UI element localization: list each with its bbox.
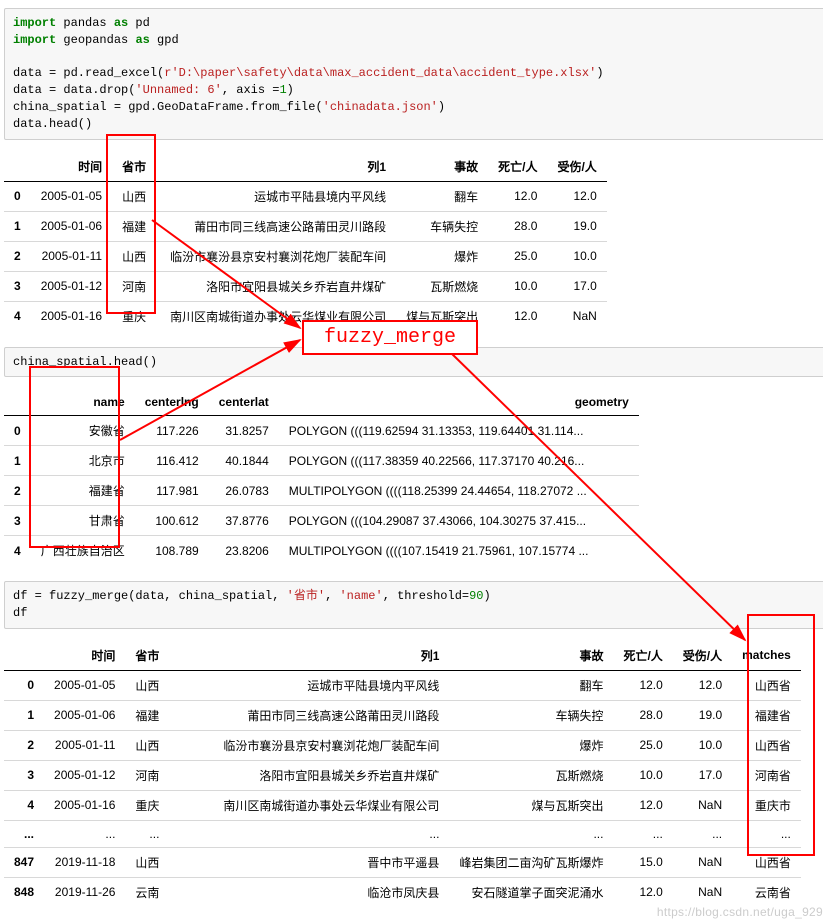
table-row: 2福建省117.98126.0783MULTIPOLYGON ((((118.2…	[4, 476, 639, 506]
table-row: 1北京市116.41240.1844POLYGON (((117.38359 4…	[4, 446, 639, 476]
th-prov: 省市	[112, 152, 156, 182]
table-row: 42005-01-16重庆南川区南城街道办事处云华煤业有限公司煤与瓦斯突出12.…	[4, 301, 607, 331]
table-row: 02005-01-05山西运城市平陆县境内平风线翻车12.012.0山西省	[4, 670, 801, 700]
th-acc: 事故	[449, 641, 613, 671]
th-idx	[4, 389, 31, 416]
th-death: 死亡/人	[488, 152, 547, 182]
table-row: 32005-01-12河南洛阳市宜阳县城关乡乔岩直井煤矿瓦斯燃烧10.017.0	[4, 271, 607, 301]
table-row: 8482019-11-26云南临沧市凤庆县安石隧道掌子面突泥涌水12.0NaN云…	[4, 877, 801, 907]
table-row: 3甘肃省100.61237.8776POLYGON (((104.29087 3…	[4, 506, 639, 536]
th-time: 时间	[44, 641, 125, 671]
th-death: 死亡/人	[613, 641, 672, 671]
th-matches: matches	[732, 641, 801, 671]
table-row: 0安徽省117.22631.8257POLYGON (((119.62594 3…	[4, 416, 639, 446]
table-row: 12005-01-06福建莆田市同三线高速公路莆田灵川路段车辆失控28.019.…	[4, 211, 607, 241]
th-lng: centerlng	[135, 389, 209, 416]
th-inj: 受伤/人	[673, 641, 732, 671]
code-cell-3: df = fuzzy_merge(data, china_spatial, '省…	[4, 581, 823, 629]
th-geom: geometry	[279, 389, 639, 416]
th-col1: 列1	[169, 641, 449, 671]
table-row: 8472019-11-18山西晋中市平遥县峰岩集团二亩沟矿瓦斯爆炸15.0NaN…	[4, 847, 801, 877]
th-acc: 事故	[396, 152, 488, 182]
output-table-2: name centerlng centerlat geometry 0安徽省11…	[4, 385, 823, 577]
th-name: name	[31, 389, 135, 416]
th-inj: 受伤/人	[547, 152, 606, 182]
table-row: 32005-01-12河南洛阳市宜阳县城关乡乔岩直井煤矿瓦斯燃烧10.017.0…	[4, 760, 801, 790]
code-cell-2: china_spatial.head()	[4, 347, 823, 378]
table-row: 02005-01-05山西运城市平陆县境内平风线翻车12.012.0	[4, 181, 607, 211]
table-row: 22005-01-11山西临汾市襄汾县京安村襄浏花炮厂装配车间爆炸25.010.…	[4, 730, 801, 760]
th-time: 时间	[31, 152, 112, 182]
table-row: ........................	[4, 820, 801, 847]
output-table-3: 时间 省市 列1 事故 死亡/人 受伤/人 matches 02005-01-0…	[4, 637, 823, 919]
table-row: 4广西壮族自治区108.78923.8206MULTIPOLYGON ((((1…	[4, 536, 639, 566]
table-row: 12005-01-06福建莆田市同三线高速公路莆田灵川路段车辆失控28.019.…	[4, 700, 801, 730]
th-col1: 列1	[156, 152, 396, 182]
th-lat: centerlat	[209, 389, 279, 416]
table-row: 22005-01-11山西临汾市襄汾县京安村襄浏花炮厂装配车间爆炸25.010.…	[4, 241, 607, 271]
th-idx	[4, 641, 44, 671]
output-table-1: 时间 省市 列1 事故 死亡/人 受伤/人 02005-01-05山西运城市平陆…	[4, 148, 823, 343]
code-cell-1: import pandas as pd import geopandas as …	[4, 8, 823, 140]
table-row: 42005-01-16重庆南川区南城街道办事处云华煤业有限公司煤与瓦斯突出12.…	[4, 790, 801, 820]
th-idx	[4, 152, 31, 182]
th-prov: 省市	[125, 641, 169, 671]
